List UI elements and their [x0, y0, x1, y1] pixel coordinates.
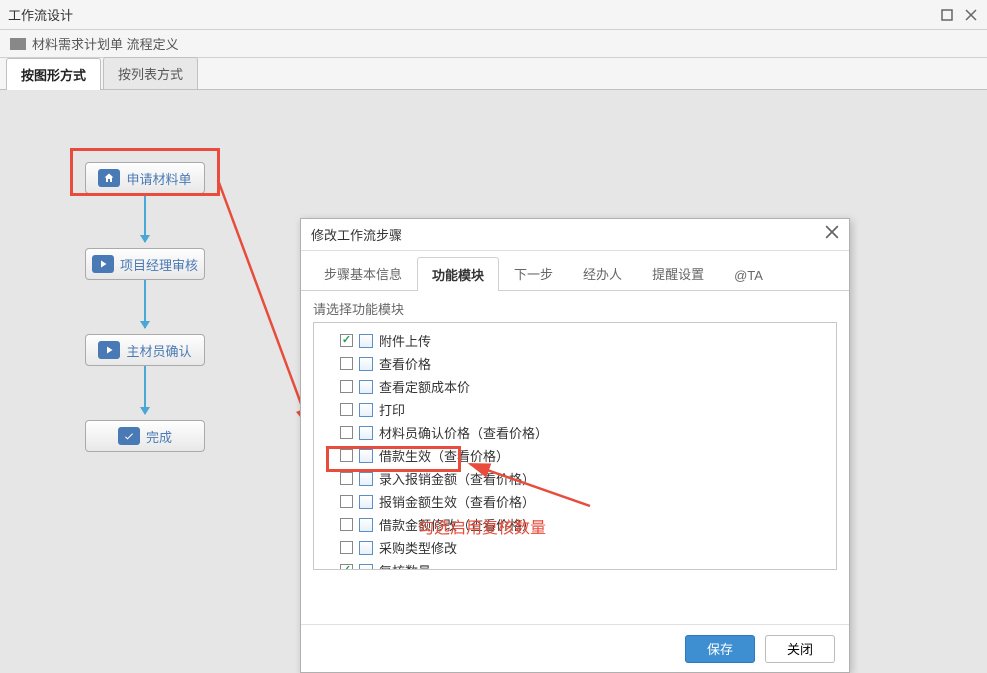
- checkbox[interactable]: [340, 357, 353, 370]
- annotation-highlight-item: [326, 446, 461, 472]
- flow-arrow: [144, 194, 146, 242]
- window-title: 工作流设计: [8, 5, 939, 24]
- tree-item-label: 查看定额成本价: [379, 377, 470, 396]
- flow-node-complete[interactable]: 完成: [85, 420, 205, 452]
- tab-reminder[interactable]: 提醒设置: [637, 256, 719, 290]
- page-icon: [359, 541, 373, 555]
- tree-item: 查看价格: [318, 352, 832, 375]
- tree-item: 打印: [318, 398, 832, 421]
- checkbox[interactable]: [340, 334, 353, 347]
- page-icon: [359, 426, 373, 440]
- page-icon: [359, 495, 373, 509]
- tree-item: 附件上传: [318, 329, 832, 352]
- tab-list-mode[interactable]: 按列表方式: [103, 57, 198, 89]
- dialog-title: 修改工作流步骤: [311, 225, 825, 244]
- flow-node-manager-review[interactable]: 项目经理审核: [85, 248, 205, 280]
- tree-item: 材料员确认价格（查看价格）: [318, 421, 832, 444]
- checkbox[interactable]: [340, 518, 353, 531]
- tree-item-label: 材料员确认价格（查看价格）: [379, 423, 548, 442]
- tree-item: 采购类型修改: [318, 536, 832, 559]
- play-icon: [92, 255, 114, 273]
- flow-node-label: 完成: [146, 427, 172, 446]
- close-button[interactable]: 关闭: [765, 635, 835, 663]
- page-icon: [359, 518, 373, 532]
- annotation-highlight-node: [70, 148, 220, 196]
- subtitle: 材料需求计划单 流程定义: [32, 34, 179, 53]
- titlebar: 工作流设计: [0, 0, 987, 30]
- dialog-header: 修改工作流步骤: [301, 219, 849, 251]
- check-icon: [118, 427, 140, 445]
- checkbox[interactable]: [340, 541, 353, 554]
- tab-graphic-mode[interactable]: 按图形方式: [6, 58, 101, 90]
- page-icon: [359, 403, 373, 417]
- tree-item: 查看定额成本价: [318, 375, 832, 398]
- tree-item-label: 复核数量: [379, 561, 431, 570]
- save-button[interactable]: 保存: [685, 635, 755, 663]
- workflow-canvas: 申请材料单 项目经理审核 主材员确认 完成 修改工作流步骤 步骤基本信息 功能模…: [0, 90, 987, 632]
- tree-item-label: 采购类型修改: [379, 538, 457, 557]
- tab-basic-info[interactable]: 步骤基本信息: [309, 256, 417, 290]
- flow-node-material-confirm[interactable]: 主材员确认: [85, 334, 205, 366]
- flow-arrow: [144, 280, 146, 328]
- flow-node-label: 项目经理审核: [120, 255, 198, 274]
- checkbox[interactable]: [340, 564, 353, 570]
- tree-item-label: 查看价格: [379, 354, 431, 373]
- flow-node-label: 主材员确认: [126, 341, 191, 360]
- tab-at-ta[interactable]: @TA: [719, 260, 778, 290]
- page-icon: [359, 334, 373, 348]
- dialog-close-icon[interactable]: [825, 225, 839, 244]
- select-module-prompt: 请选择功能模块: [313, 299, 837, 318]
- checkbox[interactable]: [340, 426, 353, 439]
- tree-item: 借款金额修改（查看价格）: [318, 513, 832, 536]
- maximize-icon[interactable]: [939, 7, 955, 23]
- checkbox[interactable]: [340, 403, 353, 416]
- dialog-footer: 保存 关闭: [301, 624, 849, 672]
- tab-function-module[interactable]: 功能模块: [417, 257, 499, 291]
- tree-item: 复核数量: [318, 559, 832, 570]
- close-icon[interactable]: [963, 7, 979, 23]
- page-icon: [359, 357, 373, 371]
- checkbox[interactable]: [340, 380, 353, 393]
- tree-item-label: 报销金额生效（查看价格）: [379, 492, 535, 511]
- checkbox[interactable]: [340, 495, 353, 508]
- tab-next-step[interactable]: 下一步: [499, 256, 568, 290]
- checkbox[interactable]: [340, 472, 353, 485]
- annotation-text: 勾选启用复核数量: [418, 514, 546, 538]
- flow-arrow: [144, 366, 146, 414]
- dialog-tabs: 步骤基本信息 功能模块 下一步 经办人 提醒设置 @TA: [301, 257, 849, 291]
- window-controls: [939, 7, 979, 23]
- tree-item-label: 打印: [379, 400, 405, 419]
- play-icon: [98, 341, 120, 359]
- main-tabs: 按图形方式 按列表方式: [0, 58, 987, 90]
- monitor-icon: [10, 38, 26, 50]
- page-icon: [359, 380, 373, 394]
- tree-item-label: 附件上传: [379, 331, 431, 350]
- page-icon: [359, 472, 373, 486]
- tab-handler[interactable]: 经办人: [568, 256, 637, 290]
- page-icon: [359, 564, 373, 571]
- subheader: 材料需求计划单 流程定义: [0, 30, 987, 58]
- tree-item: 报销金额生效（查看价格）: [318, 490, 832, 513]
